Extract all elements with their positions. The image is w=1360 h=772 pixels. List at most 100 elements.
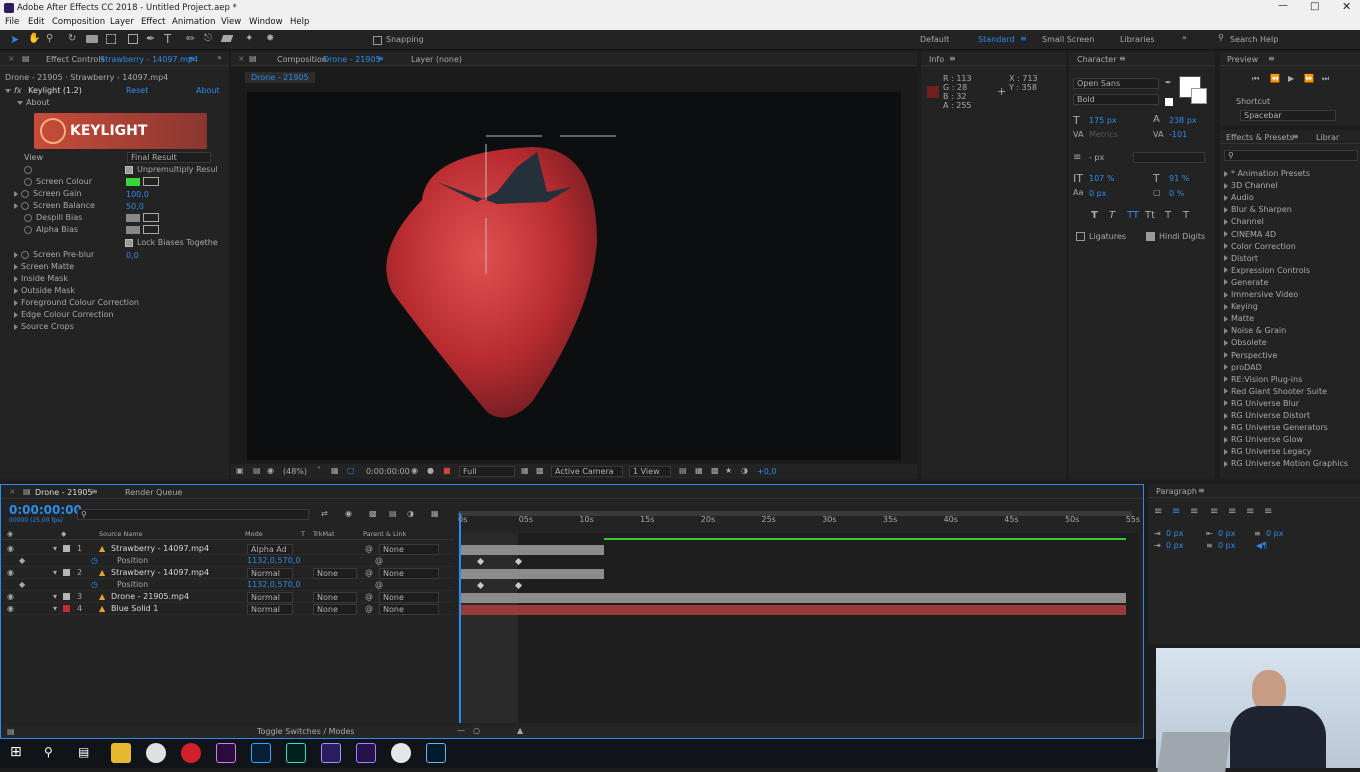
- timeline-icon[interactable]: ▩: [711, 466, 719, 475]
- panel-menu-icon[interactable]: ≡: [1268, 54, 1275, 63]
- screen-colour-swatch[interactable]: [126, 178, 140, 186]
- snapping-checkbox[interactable]: [373, 36, 382, 45]
- expand-triangle-icon[interactable]: [1224, 388, 1228, 395]
- comp-buttons-icon[interactable]: ▤: [7, 727, 15, 736]
- toggle-switches-modes[interactable]: Toggle Switches / Modes: [257, 727, 355, 736]
- property-row[interactable]: ◆ ◷ Position 1132,0,570,0 @: [3, 555, 453, 567]
- track-matte-dropdown[interactable]: None: [313, 592, 357, 603]
- layer-2-bar[interactable]: [460, 569, 604, 579]
- eyedropper-icon[interactable]: [143, 177, 159, 186]
- parent-dropdown[interactable]: None: [379, 568, 439, 579]
- layer-3-bar[interactable]: [460, 593, 1126, 603]
- layer-name[interactable]: Strawberry - 14097.mp4: [111, 567, 209, 579]
- expand-triangle-icon[interactable]: [1224, 376, 1228, 383]
- work-area-bar[interactable]: [458, 511, 1132, 516]
- effect-category-item[interactable]: RE:Vision Plug-ins: [1224, 374, 1302, 386]
- layer-row[interactable]: ◉ ▾ 1 ▲ Strawberry - 14097.mp4 Alpha Ad @ None: [3, 543, 453, 555]
- effects-presets-tab[interactable]: Effects & Presets ≡ Librar: [1220, 130, 1360, 144]
- app-icon[interactable]: [391, 743, 411, 763]
- keyframe-navigator-icon[interactable]: ◆: [19, 579, 25, 591]
- effect-category-item[interactable]: Blur & Sharpen: [1224, 204, 1292, 216]
- pan-behind-tool-icon[interactable]: [106, 34, 116, 44]
- screen-gain-value[interactable]: 100,0: [126, 190, 149, 199]
- motion-blur-icon[interactable]: ◑: [407, 509, 414, 518]
- expand-triangle-icon[interactable]: [1224, 291, 1228, 298]
- parent-dropdown[interactable]: None: [379, 604, 439, 615]
- stopwatch-icon[interactable]: [24, 165, 32, 174]
- unpremultiply-checkbox[interactable]: [125, 165, 133, 174]
- transparency-grid-icon[interactable]: ▦: [521, 466, 529, 475]
- edge-colour-correction-group[interactable]: Edge Colour Correction: [14, 309, 114, 321]
- next-frame-icon[interactable]: ⏩: [1304, 74, 1314, 83]
- chevron-down-icon[interactable]: ˅: [317, 466, 321, 475]
- render-queue-tab[interactable]: Render Queue: [125, 488, 182, 497]
- panel-menu-icon[interactable]: ≡: [1119, 54, 1126, 63]
- label-color-swatch[interactable]: [63, 569, 70, 576]
- panel-menu-icon[interactable]: ≡: [949, 54, 956, 63]
- stroke-style-dropdown[interactable]: [1133, 152, 1205, 163]
- screen-balance-value[interactable]: 50,0: [126, 202, 144, 211]
- effect-category-item[interactable]: Obsolete: [1224, 337, 1267, 349]
- eye-icon[interactable]: ◉: [7, 567, 14, 579]
- view-layout-dropdown[interactable]: 1 View: [629, 466, 671, 477]
- small-caps-icon[interactable]: Tt: [1145, 210, 1155, 221]
- justify-right-icon[interactable]: ≡: [1246, 506, 1254, 517]
- show-channel-icon[interactable]: ●: [427, 466, 434, 475]
- expand-triangle-icon[interactable]: [1224, 315, 1228, 322]
- stroke-width-value[interactable]: - px: [1089, 153, 1104, 162]
- expand-triangle-icon[interactable]: [1224, 218, 1228, 225]
- stopwatch-icon[interactable]: [24, 225, 32, 234]
- expand-triangle-icon[interactable]: [1224, 436, 1228, 443]
- outside-mask-group[interactable]: Outside Mask: [14, 285, 75, 297]
- region-of-interest-icon[interactable]: ▢: [347, 466, 355, 475]
- menu-animation[interactable]: Animation: [172, 17, 215, 27]
- photoshop-icon[interactable]: [251, 743, 271, 763]
- about-row[interactable]: About: [17, 97, 50, 109]
- playhead[interactable]: [459, 513, 461, 723]
- view-dropdown[interactable]: Final Result: [127, 152, 211, 163]
- effect-category-item[interactable]: Channel: [1224, 216, 1264, 228]
- ltr-direction-icon[interactable]: ◀¶: [1256, 541, 1267, 550]
- leading-value[interactable]: 238 px: [1169, 116, 1197, 125]
- layer-name[interactable]: Drone - 21905.mp4: [111, 591, 189, 603]
- white-swatch[interactable]: [1165, 98, 1173, 106]
- eyedropper-icon[interactable]: [143, 225, 159, 234]
- subscript-icon[interactable]: T: [1183, 210, 1189, 221]
- panel-menu-icon[interactable]: ≡: [377, 54, 384, 63]
- source-crops-group[interactable]: Source Crops: [14, 321, 74, 333]
- effect-category-item[interactable]: Perspective: [1224, 350, 1277, 362]
- eraser-tool-icon[interactable]: [220, 35, 234, 42]
- expand-triangle-icon[interactable]: [1224, 424, 1228, 431]
- blend-mode-dropdown[interactable]: Normal: [247, 604, 293, 615]
- expand-triangle-icon[interactable]: [1224, 182, 1228, 189]
- track-matte-dropdown[interactable]: None: [313, 604, 357, 615]
- windows-start-icon[interactable]: ⊞: [10, 744, 22, 760]
- expand-triangle-icon[interactable]: [1224, 206, 1228, 213]
- zoom-out-icon[interactable]: —: [457, 726, 465, 735]
- close-tab-icon[interactable]: ×: [9, 487, 16, 496]
- pick-whip-icon[interactable]: @: [365, 591, 373, 603]
- expand-triangle-icon[interactable]: [1224, 448, 1228, 455]
- inside-mask-group[interactable]: Inside Mask: [14, 273, 68, 285]
- hand-tool-icon[interactable]: ✋: [28, 33, 40, 44]
- effect-controls-tab[interactable]: × ▤ Effect Controls Strawberry - 14097.m…: [0, 52, 229, 66]
- chrome-icon[interactable]: [146, 743, 166, 763]
- space-before-value[interactable]: 0 px: [1266, 529, 1283, 538]
- rectangle-tool-icon[interactable]: [128, 34, 138, 44]
- exposure-value[interactable]: +0,0: [757, 467, 776, 476]
- camera-tool-icon[interactable]: [86, 35, 98, 43]
- layer-row[interactable]: ◉ ▾ 2 ▲ Strawberry - 14097.mp4 Normal None @ Non…: [3, 567, 453, 579]
- effect-category-item[interactable]: Expression Controls: [1224, 265, 1310, 277]
- menu-layer[interactable]: Layer: [110, 17, 134, 27]
- about-link[interactable]: About: [196, 86, 220, 95]
- eye-icon[interactable]: ◉: [7, 603, 14, 615]
- workspace-libraries[interactable]: Libraries: [1120, 35, 1155, 44]
- hindi-digits-checkbox[interactable]: [1146, 232, 1155, 241]
- render-icon[interactable]: ▦: [695, 466, 703, 475]
- stopwatch-icon[interactable]: ◷: [91, 555, 98, 567]
- label-color-swatch[interactable]: [63, 593, 70, 600]
- lightroom-icon[interactable]: [426, 743, 446, 763]
- media-encoder-icon[interactable]: [356, 743, 376, 763]
- first-frame-icon[interactable]: ⏮: [1252, 74, 1259, 84]
- effect-category-item[interactable]: Immersive Video: [1224, 289, 1298, 301]
